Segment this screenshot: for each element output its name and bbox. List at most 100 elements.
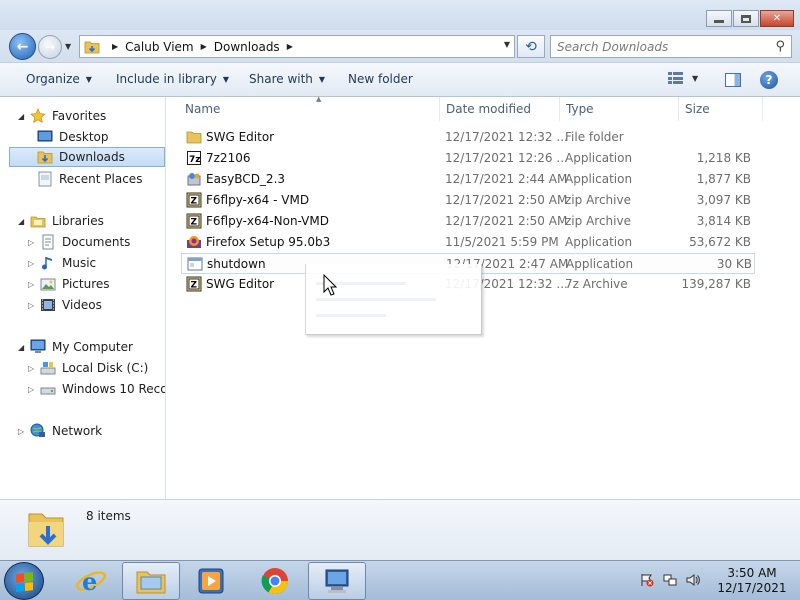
- search-input[interactable]: [557, 39, 757, 54]
- breadcrumb-separator-icon[interactable]: ▶: [201, 42, 207, 51]
- change-view-button[interactable]: ▼: [668, 72, 698, 85]
- file-size: 3,097 KB: [696, 193, 751, 207]
- minimize-button[interactable]: [706, 10, 732, 27]
- taskbar-media-player[interactable]: [182, 562, 240, 600]
- file-name: SWG Editor: [206, 277, 275, 291]
- computer-icon: [30, 339, 46, 355]
- system-tray: [640, 573, 709, 587]
- chevron-down-icon: ▼: [222, 74, 230, 84]
- nav-favorites[interactable]: ◢ Favorites: [18, 106, 106, 126]
- nav-downloads[interactable]: Downloads: [9, 147, 165, 167]
- file-row[interactable]: EasyBCD_2.3 12/17/2021 2:44 AM Applicati…: [181, 169, 755, 190]
- new-folder-button[interactable]: New folder: [348, 72, 413, 86]
- svg-text:Z: Z: [191, 218, 198, 228]
- nav-libraries[interactable]: ◢ Libraries: [18, 211, 104, 231]
- search-icon[interactable]: ⚲: [775, 39, 785, 54]
- action-center-flag-icon[interactable]: [640, 573, 654, 587]
- nav-local-disk[interactable]: ▷ Local Disk (C:): [28, 358, 148, 378]
- file-type: Application: [565, 151, 633, 165]
- file-row[interactable]: Z F6flpy-x64-Non-VMD 12/17/2021 2:50 AM …: [181, 211, 755, 232]
- title-bar[interactable]: ✕: [0, 0, 800, 30]
- nav-recovery[interactable]: ▷ Windows 10 Recove: [28, 379, 165, 399]
- file-name: SWG Editor: [206, 130, 275, 144]
- file-type: File folder: [565, 130, 624, 144]
- expand-arrow-icon[interactable]: ◢: [18, 112, 30, 121]
- network-status-icon[interactable]: [663, 573, 677, 587]
- system-clock[interactable]: 3:50 AM 12/17/2021: [712, 566, 792, 596]
- file-date: 11/5/2021 5:59 PM: [445, 235, 559, 249]
- breadcrumb-user[interactable]: Calub Viem: [125, 40, 193, 54]
- collapsed-arrow-icon[interactable]: ▷: [28, 364, 40, 373]
- address-dropdown-icon[interactable]: ▼: [504, 40, 510, 49]
- expand-arrow-icon[interactable]: ◢: [18, 217, 30, 226]
- minimize-icon: [714, 20, 724, 23]
- recent-pages-dropdown-icon[interactable]: ▼: [65, 42, 71, 51]
- svg-text:e: e: [82, 567, 97, 596]
- organize-menu[interactable]: Organize ▼: [26, 72, 92, 86]
- file-row[interactable]: 7z 7z2106 12/17/2021 12:26 ... Applicati…: [181, 148, 755, 169]
- column-header-type[interactable]: Type: [560, 97, 679, 121]
- collapsed-arrow-icon[interactable]: ▷: [18, 427, 30, 436]
- close-icon: ✕: [772, 12, 782, 24]
- column-name-label: Name: [185, 102, 221, 116]
- nav-my-computer[interactable]: ◢ My Computer: [18, 337, 133, 357]
- media-player-icon: [198, 568, 224, 594]
- breadcrumb-separator-icon[interactable]: ▶: [287, 42, 293, 51]
- file-row[interactable]: Firefox Setup 95.0b3 11/5/2021 5:59 PM A…: [181, 232, 755, 253]
- nav-music-label: Music: [62, 256, 97, 270]
- taskbar-setup-app[interactable]: [308, 562, 366, 600]
- nav-videos[interactable]: ▷ Videos: [28, 295, 102, 315]
- mouse-cursor-icon: [323, 274, 337, 296]
- collapsed-arrow-icon[interactable]: ▷: [28, 238, 40, 247]
- clock-time: 3:50 AM: [727, 566, 777, 580]
- collapsed-arrow-icon[interactable]: ▷: [28, 259, 40, 268]
- breadcrumb-downloads[interactable]: Downloads: [214, 40, 280, 54]
- forward-button[interactable]: →: [38, 35, 62, 59]
- nav-network[interactable]: ▷ Network: [18, 421, 102, 441]
- column-header-date[interactable]: Date modified: [440, 97, 560, 121]
- start-button[interactable]: [4, 562, 44, 600]
- expand-arrow-icon[interactable]: ◢: [18, 343, 30, 352]
- refresh-button[interactable]: ⟲: [517, 35, 545, 58]
- archive-icon: Z: [186, 213, 202, 229]
- nav-music[interactable]: ▷ Music: [28, 253, 96, 273]
- address-bar[interactable]: ▶ Calub Viem ▶ Downloads ▶ ▼: [79, 35, 515, 58]
- application-icon: [187, 257, 203, 271]
- taskbar-chrome[interactable]: [246, 562, 304, 600]
- file-row[interactable]: Z F6flpy-x64 - VMD 12/17/2021 2:50 AM zi…: [181, 190, 755, 211]
- file-name: shutdown: [207, 257, 266, 271]
- collapsed-arrow-icon[interactable]: ▷: [28, 301, 40, 310]
- nav-documents[interactable]: ▷ Documents: [28, 232, 130, 252]
- svg-text:Z: Z: [191, 197, 198, 207]
- svg-text:Z: Z: [191, 281, 198, 291]
- nav-recent-places[interactable]: Recent Places: [37, 169, 142, 189]
- file-name: EasyBCD_2.3: [206, 172, 286, 186]
- share-with-menu[interactable]: Share with ▼: [249, 72, 325, 86]
- taskbar-internet-explorer[interactable]: e: [62, 562, 120, 600]
- nav-downloads-label: Downloads: [59, 150, 125, 164]
- desktop-icon: [37, 129, 53, 145]
- file-row[interactable]: SWG Editor 12/17/2021 12:32 ... File fol…: [181, 127, 755, 148]
- nav-documents-label: Documents: [62, 235, 131, 249]
- libraries-icon: [30, 213, 46, 229]
- column-header-size[interactable]: Size: [679, 97, 763, 121]
- include-in-library-menu[interactable]: Include in library ▼: [116, 72, 229, 86]
- close-button[interactable]: ✕: [760, 10, 794, 27]
- file-size: 139,287 KB: [681, 277, 751, 291]
- maximize-button[interactable]: [733, 10, 759, 27]
- breadcrumb-separator-icon[interactable]: ▶: [112, 42, 118, 51]
- column-type-label: Type: [566, 102, 594, 116]
- taskbar-windows-explorer[interactable]: [122, 562, 180, 600]
- volume-icon[interactable]: [686, 573, 700, 587]
- preview-pane-icon[interactable]: [725, 73, 741, 87]
- help-icon[interactable]: ?: [760, 71, 778, 89]
- search-box[interactable]: ⚲: [550, 35, 792, 58]
- back-button[interactable]: ←: [9, 33, 36, 60]
- nav-desktop[interactable]: Desktop: [37, 127, 109, 147]
- collapsed-arrow-icon[interactable]: ▷: [28, 385, 40, 394]
- file-type: zip Archive: [565, 214, 631, 228]
- collapsed-arrow-icon[interactable]: ▷: [28, 280, 40, 289]
- folder-icon: [84, 41, 100, 53]
- nav-pictures[interactable]: ▷ Pictures: [28, 274, 110, 294]
- column-header-name[interactable]: Name ▲: [179, 95, 440, 121]
